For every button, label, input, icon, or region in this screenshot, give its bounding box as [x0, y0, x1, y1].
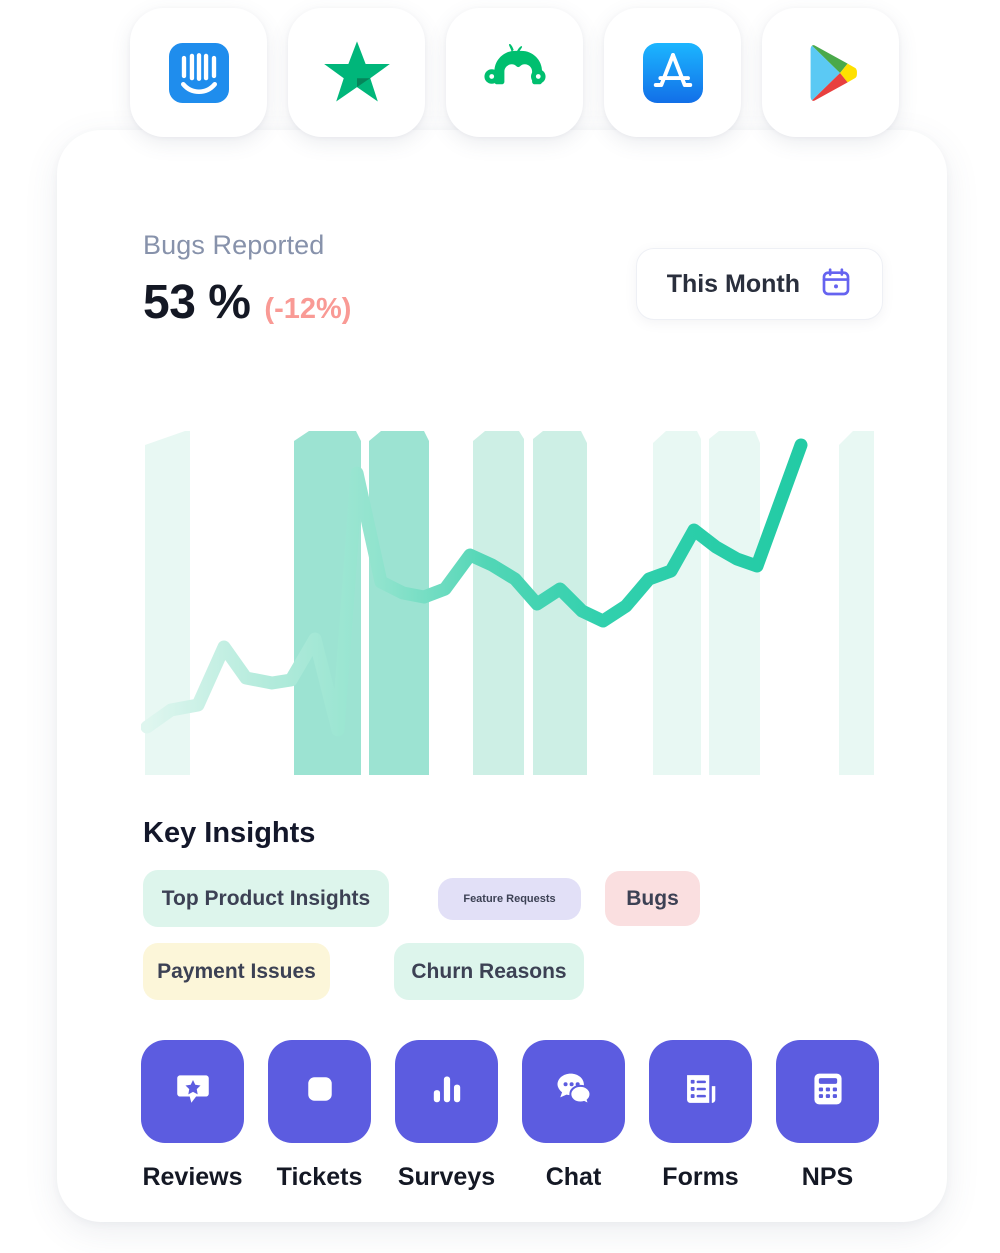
source-chip-app-store[interactable]	[604, 8, 741, 137]
google-play-icon	[796, 38, 866, 108]
nav-label-surveys: Surveys	[397, 1163, 496, 1191]
source-chip-intercom[interactable]	[130, 8, 267, 137]
chat-bubbles-icon	[552, 1067, 596, 1116]
metric-value: 53 %	[143, 276, 251, 329]
intercom-icon	[163, 37, 235, 109]
source-chip-surveymonkey[interactable]	[446, 8, 583, 137]
source-icon-row	[130, 8, 899, 137]
insight-tag-bugs[interactable]: Bugs	[605, 871, 700, 926]
nav-tile-reviews	[141, 1040, 244, 1143]
insight-tag-churn-reasons[interactable]: Churn Reasons	[394, 943, 584, 1000]
metric-value-row: 53 % (-12%)	[143, 275, 351, 330]
insight-tag-feature-requests[interactable]: Feature Requests	[438, 877, 581, 920]
nav-label-chat: Chat	[545, 1163, 602, 1191]
form-document-icon	[679, 1067, 723, 1116]
insight-tag-row-2: Payment Issues Churn Reasons	[143, 943, 883, 1000]
review-star-bubble-icon	[171, 1067, 215, 1116]
nav-tile-surveys	[395, 1040, 498, 1143]
metric-header: Bugs Reported 53 % (-12%)	[143, 230, 351, 330]
nav-item-tickets[interactable]: Tickets	[268, 1040, 371, 1192]
app-store-icon	[637, 37, 709, 109]
source-chip-trustpilot[interactable]	[288, 8, 425, 137]
nav-label-tickets: Tickets	[276, 1163, 363, 1191]
dashboard-card: Bugs Reported 53 % (-12%) This Month Key…	[57, 130, 947, 1222]
chart-svg	[141, 431, 874, 775]
insight-tag-list: Top Product Insights Feature Requests Bu…	[143, 870, 883, 1016]
channel-nav: Reviews Tickets Surveys Chat Forms NPS	[141, 1040, 879, 1192]
insight-tag-row-1: Top Product Insights Feature Requests Bu…	[143, 870, 883, 927]
bar-chart-icon	[425, 1067, 469, 1116]
nav-tile-nps	[776, 1040, 879, 1143]
insight-tag-payment-issues[interactable]: Payment Issues	[143, 943, 330, 1000]
source-chip-google-play[interactable]	[762, 8, 899, 137]
date-range-label: This Month	[666, 269, 800, 298]
nav-label-reviews: Reviews	[142, 1163, 243, 1191]
nav-item-chat[interactable]: Chat	[522, 1040, 625, 1192]
nav-label-nps: NPS	[801, 1163, 854, 1191]
nav-tile-chat	[522, 1040, 625, 1143]
nav-item-reviews[interactable]: Reviews	[141, 1040, 244, 1192]
trustpilot-star-icon	[320, 36, 394, 110]
date-range-button[interactable]: This Month	[635, 248, 883, 320]
metric-delta: (-12%)	[264, 293, 352, 325]
chart-bands	[145, 431, 874, 775]
bugs-reported-chart	[141, 427, 878, 775]
nav-tile-tickets	[268, 1040, 371, 1143]
metric-label: Bugs Reported	[143, 230, 325, 260]
nav-item-forms[interactable]: Forms	[649, 1040, 752, 1192]
surveymonkey-icon	[477, 35, 553, 111]
key-insights-title: Key Insights	[143, 817, 316, 849]
nav-tile-forms	[649, 1040, 752, 1143]
calendar-icon	[820, 266, 852, 303]
nav-label-forms: Forms	[662, 1163, 739, 1191]
nav-item-nps[interactable]: NPS	[776, 1040, 879, 1192]
calculator-icon	[806, 1067, 850, 1116]
insight-tag-top-product-insights[interactable]: Top Product Insights	[143, 870, 389, 927]
ticket-square-icon	[298, 1067, 342, 1116]
nav-item-surveys[interactable]: Surveys	[395, 1040, 498, 1192]
